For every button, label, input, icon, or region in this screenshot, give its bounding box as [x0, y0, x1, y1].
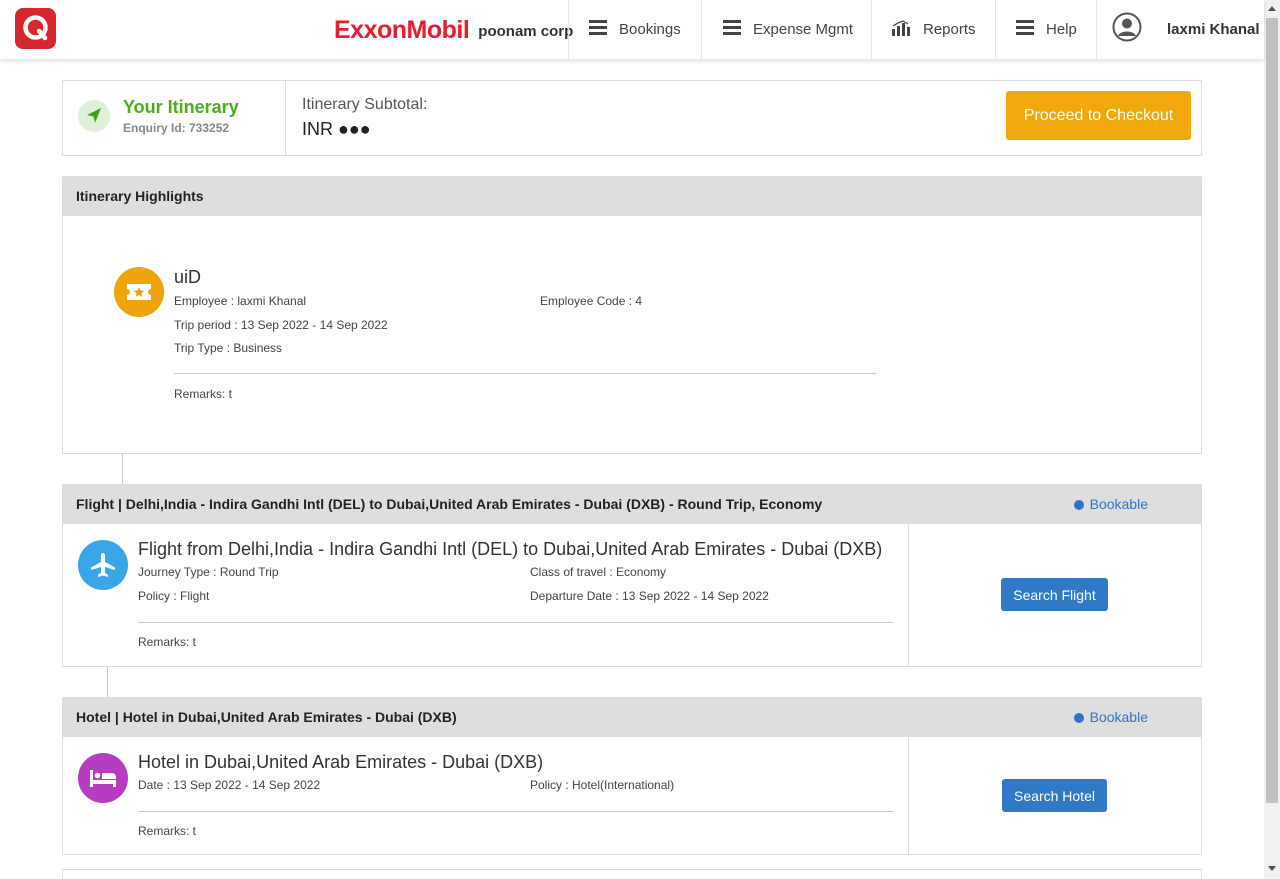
brand: ExxonMobil poonam corp [334, 14, 573, 46]
highlight-remarks: Remarks: t [174, 387, 233, 401]
hotel-policy: Policy : Hotel(International) [530, 778, 675, 792]
nav-label: Help [1046, 21, 1077, 38]
user-name: laxmi Khanal [1167, 21, 1260, 38]
hotel-title: Hotel in Dubai,United Arab Emirates - Du… [138, 752, 544, 772]
page-scrollbar[interactable] [1264, 0, 1280, 878]
hotel-header-text: Hotel | Hotel in Dubai,United Arab Emira… [76, 709, 457, 725]
hotel-action-column: Search Hotel [908, 737, 1202, 854]
status-badge: Bookable [1073, 496, 1148, 512]
employee-code: Employee Code : 4 [540, 294, 643, 308]
flight-remarks: Remarks: t [138, 635, 197, 649]
airplane-icon [78, 540, 128, 590]
itinerary-title: Your Itinerary [123, 97, 239, 117]
hotel-remarks: Remarks: t [138, 824, 197, 838]
flight-policy: Policy : Flight [138, 589, 210, 603]
flight-header: Flight | Delhi,India - Indira Gandhi Int… [63, 485, 1201, 524]
trip-type: Trip Type : Business [174, 341, 283, 355]
corporate-name: poonam corp [478, 22, 574, 40]
itinerary-highlights-panel: Itinerary Highlights uiD Employee : laxm… [62, 176, 1202, 454]
nav-label: Expense Mgmt [753, 21, 854, 38]
hotel-header: Hotel | Hotel in Dubai,United Arab Emira… [63, 698, 1201, 737]
timeline-connector [107, 666, 108, 697]
trip-period: Trip period : 13 Sep 2022 - 14 Sep 2022 [174, 318, 388, 332]
subtotal-value: INR ●●● [302, 119, 371, 139]
status-text: Bookable [1089, 496, 1148, 512]
flight-title: Flight from Delhi,India - Indira Gandhi … [138, 539, 883, 559]
ticket-icon [114, 267, 164, 317]
itinerary-summary: Your Itinerary Enquiry Id: 733252 Itiner… [62, 80, 1202, 156]
divider [138, 622, 893, 623]
subtotal-label: Itinerary Subtotal: [302, 96, 428, 113]
itinerary-info: Your Itinerary Enquiry Id: 733252 [63, 81, 286, 155]
hamburger-icon [723, 20, 741, 39]
status-dot-icon [1073, 500, 1084, 510]
departure-date: Departure Date : 13 Sep 2022 - 14 Sep 20… [530, 589, 769, 603]
highlight-title: uiD [174, 267, 202, 287]
timeline-connector [122, 453, 123, 484]
hotel-panel: Hotel | Hotel in Dubai,United Arab Emira… [62, 697, 1202, 855]
class-of-travel: Class of travel : Economy [530, 565, 667, 579]
user-menu[interactable]: laxmi Khanal [1096, 0, 1265, 59]
nav-label: Bookings [619, 21, 681, 38]
top-navbar: ExxonMobil poonam corp Bookings Expense … [0, 0, 1264, 59]
navigation-arrow-icon [78, 100, 110, 132]
enquiry-id: Enquiry Id: 733252 [123, 121, 230, 135]
highlights-header-text: Itinerary Highlights [76, 188, 204, 204]
scroll-down-arrow-icon[interactable] [1268, 866, 1276, 871]
search-hotel-button[interactable]: Search Hotel [1002, 779, 1107, 812]
flight-action-column: Search Flight [908, 524, 1202, 666]
nav-help[interactable]: Help [995, 0, 1097, 59]
hamburger-icon [589, 20, 607, 39]
divider [174, 373, 876, 374]
flight-header-text: Flight | Delhi,India - Indira Gandhi Int… [76, 496, 823, 512]
bar-chart-icon [892, 19, 911, 40]
proceed-to-checkout-button[interactable]: Proceed to Checkout [1006, 91, 1191, 140]
nav-expense-mgmt[interactable]: Expense Mgmt [701, 0, 872, 59]
hotel-date: Date : 13 Sep 2022 - 14 Sep 2022 [138, 778, 321, 792]
status-text: Bookable [1089, 709, 1148, 725]
nav-label: Reports [923, 21, 976, 38]
journey-type: Journey Type : Round Trip [138, 565, 279, 579]
nav-reports[interactable]: Reports [871, 0, 996, 59]
highlights-header: Itinerary Highlights [63, 177, 1201, 216]
hamburger-icon [1016, 20, 1034, 39]
exxonmobil-logo: ExxonMobil [334, 15, 470, 44]
status-dot-icon [1073, 713, 1084, 723]
scrollbar-thumb[interactable] [1266, 18, 1278, 803]
search-flight-button[interactable]: Search Flight [1001, 578, 1108, 611]
flight-panel: Flight | Delhi,India - Indira Gandhi Int… [62, 484, 1202, 667]
nav-bookings[interactable]: Bookings [568, 0, 702, 59]
scroll-up-arrow-icon[interactable] [1268, 6, 1276, 11]
q-logo-icon[interactable] [15, 8, 56, 49]
bed-icon [78, 753, 128, 803]
status-badge: Bookable [1073, 709, 1148, 725]
user-avatar-icon [1112, 12, 1142, 47]
divider [138, 811, 893, 812]
employee-name: Employee : laxmi Khanal [174, 294, 307, 308]
